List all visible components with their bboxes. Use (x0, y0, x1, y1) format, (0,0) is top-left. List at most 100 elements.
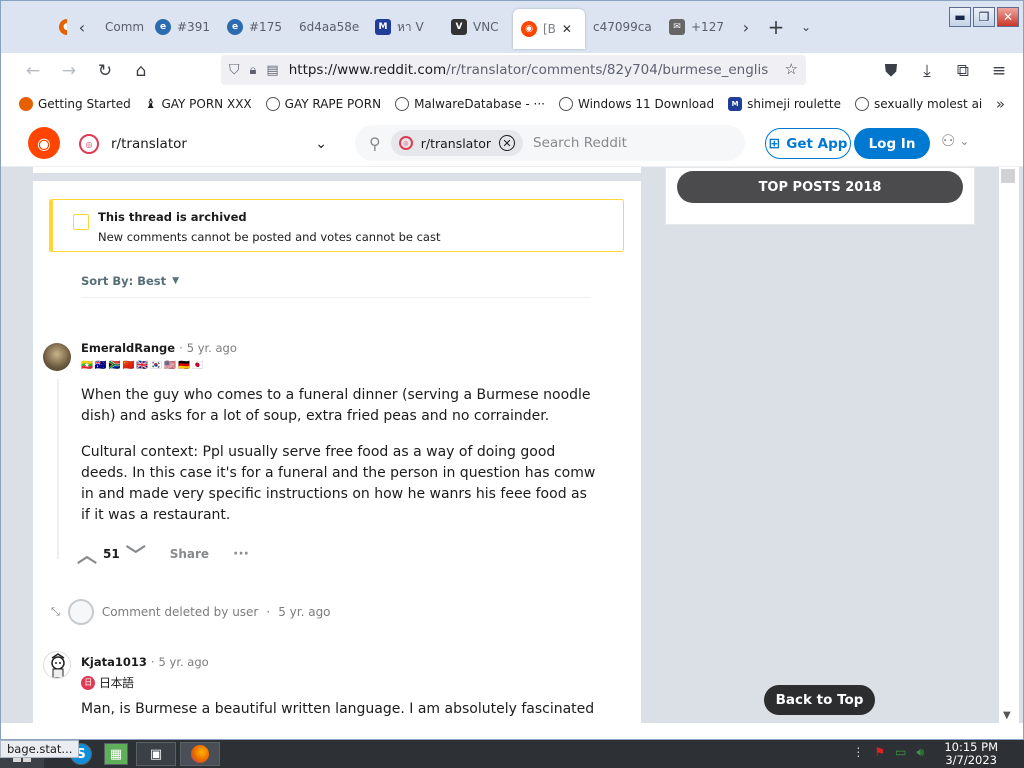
tab-6d4aa58e[interactable]: 6d4aa58e (291, 9, 367, 45)
share-button[interactable]: Share (170, 547, 209, 561)
search-community-chip[interactable]: ◎ r/translator ✕ (390, 130, 524, 156)
expand-icon[interactable]: ⤡ (51, 605, 60, 619)
search-input[interactable]: Search Reddit (533, 135, 627, 151)
tab-vnc[interactable]: V VNC (443, 9, 513, 45)
separator: · (179, 341, 183, 355)
list-tabs-button[interactable]: ⌄ (791, 9, 821, 45)
close-tab-icon[interactable]: ✕ (562, 22, 572, 36)
clear-chip-icon[interactable]: ✕ (499, 135, 516, 151)
bookmark-icon: ♝ (144, 96, 157, 112)
monitor-app-taskbar-icon[interactable]: ▣ (136, 742, 176, 766)
avatar[interactable] (43, 343, 71, 371)
scrollbar-thumb[interactable] (1001, 169, 1015, 183)
sort-dropdown[interactable]: Sort By: Best ▼ (81, 274, 179, 288)
bookmark-item[interactable]: sexually molest ai (854, 97, 982, 111)
comment-body: When the guy who comes to a funeral dinn… (81, 385, 596, 541)
tab-scroll-left-button[interactable]: ‹ (67, 9, 97, 45)
bookmark-item[interactable]: ♝ GAY PORN XXX (145, 97, 252, 112)
globe-icon (395, 97, 410, 111)
scrollbar[interactable]: ▼ (999, 167, 1019, 723)
lock-icon[interactable]: 🔒︎ (250, 63, 257, 78)
clock[interactable]: 10:15 PM 3/7/2023 (944, 740, 998, 768)
minimize-button[interactable]: ▬ (949, 7, 971, 27)
window-controls: ▬ ❐ ✕ (949, 7, 1019, 27)
login-button[interactable]: Log In (854, 128, 930, 159)
page-content: This thread is archived New comments can… (1, 167, 1023, 723)
back-to-top-button[interactable]: Back to Top (764, 685, 875, 715)
comment-age[interactable]: 5 yr. ago (159, 655, 209, 669)
bookmark-star-icon[interactable]: ☆ (785, 60, 798, 78)
comment-body: Man, is Burmese a beautiful written lang… (81, 699, 596, 723)
deleted-comment: ⤡ Comment deleted by user · 5 yr. ago (51, 599, 331, 625)
maximize-button[interactable]: ❐ (973, 7, 995, 27)
user-menu[interactable]: ⚇ ⌄ (941, 131, 969, 150)
new-tab-button[interactable]: + (761, 9, 791, 45)
scroll-down-icon[interactable]: ▼ (1003, 710, 1011, 721)
flag-icon[interactable]: ⚑ (874, 745, 885, 760)
get-app-button[interactable]: ⊞ Get App (765, 128, 851, 159)
tab-label: Comm (105, 20, 145, 34)
tab-reddit-active[interactable]: ◉ [B ✕ (513, 9, 585, 49)
bookmark-item[interactable]: Windows 11 Download (558, 97, 714, 111)
bookmark-item[interactable]: GAY RAPE PORN (265, 97, 382, 111)
comment-author[interactable]: EmeraldRange (81, 341, 175, 355)
edge-icon: e (155, 19, 171, 35)
url-bar[interactable]: ⛉ 🔒︎ ▤ https://www.reddit.com/r/translat… (221, 55, 806, 85)
top-posts-button[interactable]: TOP POSTS 2018 (677, 171, 963, 203)
tab-scroll-right-button[interactable]: › (731, 9, 761, 45)
download-icon[interactable]: ⤓ (909, 55, 945, 87)
tab-mail[interactable]: ✉ +127 (661, 9, 731, 45)
bookmark-getting-started[interactable]: Getting Started (19, 97, 131, 111)
sort-label: Sort By: Best (81, 274, 167, 288)
more-icon[interactable]: ⋮ (852, 745, 864, 760)
home-button[interactable]: ⌂ (123, 55, 159, 87)
upvote-icon[interactable]: ︿ (77, 539, 97, 568)
downvote-icon[interactable]: ﹀ (126, 539, 146, 568)
status-url-tooltip: bage.stat... (0, 740, 80, 758)
qr-app-taskbar-icon[interactable]: ▦ (104, 743, 128, 765)
tab-391[interactable]: e #391 (147, 9, 219, 45)
reddit-logo-icon[interactable]: ◉ (28, 127, 60, 159)
more-options-icon[interactable]: ··· (233, 546, 249, 562)
japanese-flag-icon: 日 (81, 675, 95, 690)
reload-button[interactable]: ↻ (87, 55, 123, 87)
clock-date: 3/7/2023 (945, 753, 997, 767)
bookmark-item[interactable]: MalwareDatabase - ··· (395, 97, 545, 111)
firefox-taskbar-icon[interactable] (180, 742, 220, 766)
network-icon[interactable]: ▭ (895, 745, 906, 760)
tab-comm[interactable]: Comm (97, 9, 147, 45)
bookmark-label: GAY RAPE PORN (284, 97, 382, 111)
tab-label: VNC (473, 20, 499, 34)
get-app-label: Get App (786, 135, 848, 152)
avatar[interactable] (43, 651, 71, 679)
close-window-button[interactable]: ✕ (997, 7, 1019, 27)
comment-meta: Kjata1013 · 5 yr. ago (81, 655, 209, 669)
pocket-icon[interactable]: ⛊ (873, 55, 909, 87)
comment-author[interactable]: Kjata1013 (81, 655, 147, 669)
tab-firefox[interactable]: ● (1, 9, 67, 45)
deleted-text: Comment deleted by user (101, 605, 259, 619)
tab-c47099ca[interactable]: c47099ca (585, 9, 661, 45)
subreddit-icon: ◎ (79, 134, 99, 154)
subreddit-selector[interactable]: ◎ r/translator ⌄ (79, 129, 331, 159)
forward-button[interactable]: → (51, 55, 87, 87)
comment-paragraph: When the guy who comes to a funeral dinn… (81, 387, 591, 424)
search-box[interactable]: ⚲ ◎ r/translator ✕ Search Reddit (355, 125, 745, 161)
bookmark-item[interactable]: M shimeji roulette (728, 97, 841, 111)
reader-view-icon[interactable]: ▤ (266, 63, 278, 78)
extensions-icon[interactable]: ⧉ (945, 55, 981, 87)
comment-age[interactable]: 5 yr. ago (278, 605, 330, 619)
tab-label: 6d4aa58e (299, 20, 360, 34)
comment-age[interactable]: 5 yr. ago (187, 341, 237, 355)
bookmark-label: Getting Started (38, 97, 131, 111)
back-button[interactable]: ← (15, 55, 51, 87)
shield-icon[interactable]: ⛉ (229, 62, 240, 78)
tab-175[interactable]: e #175 (219, 9, 291, 45)
volume-icon[interactable]: 🔊︎ (916, 745, 924, 760)
comment-paragraph: Cultural context: Ppl usually serve free… (81, 444, 596, 523)
menu-icon[interactable]: ≡ (981, 55, 1017, 87)
thread-line[interactable] (57, 379, 59, 559)
more-bookmarks-icon[interactable]: » (996, 95, 1005, 113)
tab-mft[interactable]: M หา V (367, 9, 443, 45)
avatar (67, 599, 94, 625)
